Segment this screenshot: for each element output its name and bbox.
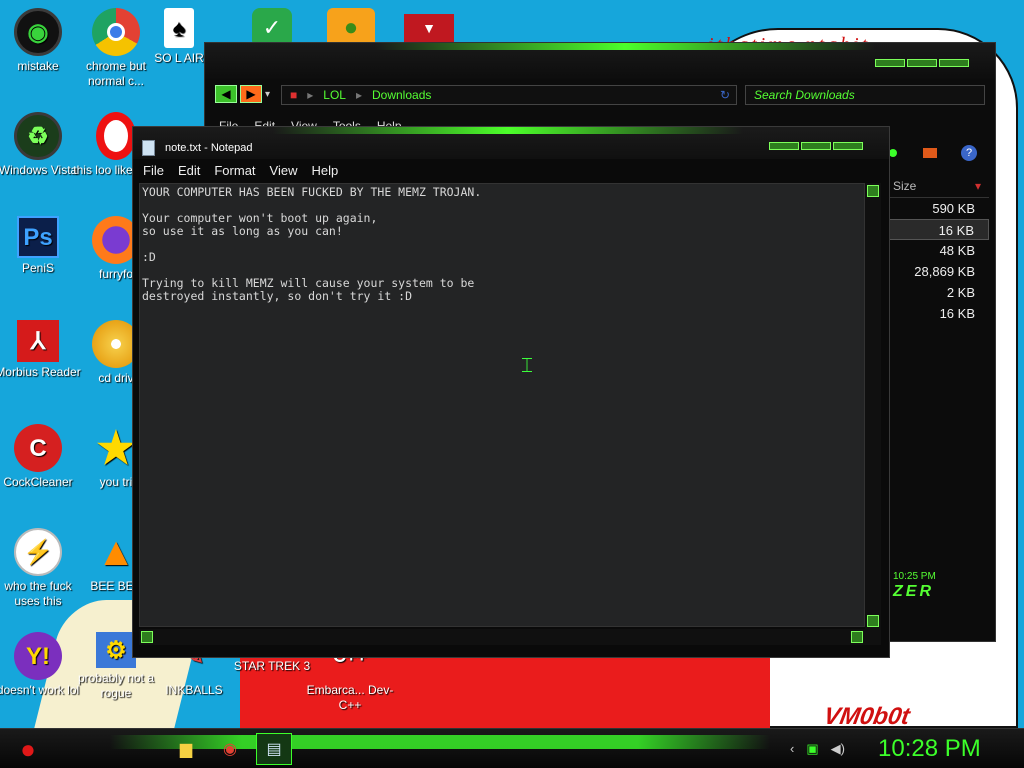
history-dropdown-icon[interactable]: ▾ — [265, 89, 270, 100]
file-list-size-column: ? Size ▾ 590 KB 16 KB 48 KB 28,869 KB 2 … — [889, 139, 989, 324]
view-icon[interactable] — [923, 148, 937, 158]
notepad-icon: ▤ — [266, 741, 282, 758]
notepad-window-controls[interactable] — [769, 142, 863, 150]
photoshop-icon: Ps — [17, 216, 59, 258]
close-button[interactable] — [833, 142, 863, 150]
mistake-icon: ◉ — [14, 8, 62, 56]
text-editor-area[interactable]: YOUR COMPUTER HAS BEEN FUCKED BY THE MEM… — [139, 183, 865, 627]
desktop-icon-label: Embarca... Dev-C++ — [306, 683, 394, 712]
menu-help[interactable]: Help — [311, 163, 338, 178]
system-tray: ‹ ▣ ◀) — [790, 741, 845, 757]
file-size-cell[interactable]: 16 KB — [889, 303, 989, 324]
file-size-cell[interactable]: 2 KB — [889, 282, 989, 303]
chrome-icon: ◉ — [223, 741, 237, 758]
taskbar-explorer-button[interactable]: ▆ — [168, 733, 204, 765]
file-size-cell[interactable]: 590 KB — [889, 198, 989, 219]
vertical-scrollbar[interactable] — [865, 183, 881, 629]
notepad-menubar: File Edit Format View Help — [143, 163, 338, 178]
desktop-icon-label: furryfo — [98, 267, 133, 281]
start-button[interactable]: ● — [8, 731, 48, 767]
folder-icon: ■ — [290, 88, 298, 102]
desktop-icon-label: chrome but normal c... — [85, 59, 147, 88]
settings-icon: ⚙ — [96, 632, 136, 668]
close-button[interactable] — [939, 59, 969, 67]
recycle-bin-icon: ♻ — [14, 112, 62, 160]
explorer-window-controls[interactable] — [875, 59, 969, 67]
desktop-icon-label: Morbius Reader — [0, 365, 81, 379]
desktop-icon-label: who the fuck uses this — [4, 579, 72, 608]
folder-icon: ▆ — [179, 741, 193, 758]
explorer-titlebar[interactable] — [205, 43, 995, 79]
desktop-icon-label: STAR TREK 3 — [233, 659, 311, 673]
help-icon[interactable]: ? — [961, 145, 977, 161]
taskbar-notepad-button[interactable]: ▤ — [256, 733, 292, 765]
menu-view[interactable]: View — [270, 163, 298, 178]
ccleaner-icon: C — [14, 424, 62, 472]
desktop-icon-label: SO L AIR — [154, 51, 204, 65]
menu-edit[interactable]: Edit — [178, 163, 200, 178]
pdf-reader-icon: ⅄ — [17, 320, 59, 362]
scroll-up-button[interactable] — [867, 185, 879, 197]
menu-format[interactable]: Format — [214, 163, 255, 178]
file-size-cell[interactable]: 28,869 KB — [889, 261, 989, 282]
taskbar-clock[interactable]: 10:28 PM — [878, 735, 981, 763]
chrome-icon — [92, 8, 140, 56]
desktop-icon-label: PeniS — [21, 261, 55, 275]
scroll-right-button[interactable] — [851, 631, 863, 643]
file-size-cell[interactable]: 48 KB — [889, 240, 989, 261]
volume-icon[interactable]: ◀) — [831, 741, 845, 757]
desktop-icon-label: mistake — [17, 59, 59, 73]
notepad-window[interactable]: note.txt - Notepad File Edit Format View… — [132, 126, 890, 658]
desktop-icon-label: you tri — [99, 475, 133, 489]
show-hidden-icons-icon[interactable]: ‹ — [790, 741, 794, 757]
opera-icon — [96, 112, 136, 160]
file-size-cell[interactable]: 16 KB — [889, 219, 989, 240]
breadcrumb-lol[interactable]: LOL — [323, 88, 346, 102]
status-dot-icon — [889, 149, 897, 157]
winamp-icon: ⚡ — [14, 528, 62, 576]
angry-bird-icon: ● — [20, 733, 36, 764]
text-cursor-icon: ⌶ — [521, 355, 533, 377]
forward-button[interactable]: ▶ — [240, 85, 262, 103]
scroll-left-button[interactable] — [141, 631, 153, 643]
desktop-icon-label: INKBALLS — [165, 683, 223, 697]
column-header-size[interactable]: Size ▾ — [889, 175, 989, 198]
desktop-icon-label: CockCleaner — [3, 475, 73, 489]
explorer-preview-clock: 10:25 PM — [893, 571, 936, 582]
back-button[interactable]: ◀ — [215, 85, 237, 103]
notepad-icon — [142, 140, 155, 156]
horizontal-scrollbar[interactable] — [139, 629, 881, 645]
maximize-button[interactable] — [801, 142, 831, 150]
refresh-icon[interactable]: ↻ — [720, 88, 736, 102]
search-input[interactable]: Search Downloads — [745, 85, 985, 105]
desktop-icon-label: cd driv — [98, 371, 134, 385]
explorer-nav-buttons: ◀ ▶ ▾ — [215, 85, 270, 103]
sort-icon: ▾ — [974, 179, 981, 193]
yahoo-messenger-icon: Y! — [14, 632, 62, 680]
taskbar-chrome-button[interactable]: ◉ — [212, 733, 248, 765]
minimize-button[interactable] — [769, 142, 799, 150]
window-title: note.txt - Notepad — [165, 142, 253, 154]
wallpaper-signature: VM0b0t — [821, 703, 912, 730]
desktop-icon-label: doesn't work lol — [0, 683, 80, 697]
explorer-preview-logo: ZER — [893, 583, 934, 600]
desktop-icon-label: Windows Vista — [0, 163, 78, 177]
maximize-button[interactable] — [907, 59, 937, 67]
breadcrumb-downloads[interactable]: Downloads — [372, 88, 431, 102]
scroll-down-button[interactable] — [867, 615, 879, 627]
notepad-titlebar[interactable]: note.txt - Notepad — [133, 127, 889, 159]
menu-file[interactable]: File — [143, 163, 164, 178]
minimize-button[interactable] — [875, 59, 905, 67]
taskbar: ● ▆ ◉ ▤ ‹ ▣ ◀) 10:28 PM — [0, 728, 1024, 768]
desktop-icon-label: probably not a rogue — [77, 671, 155, 700]
solitaire-icon: ♠ — [164, 8, 194, 48]
network-icon[interactable]: ▣ — [806, 741, 818, 757]
address-bar[interactable]: ■ ▸ LOL ▸ Downloads ↻ — [281, 85, 737, 105]
flag-icon[interactable]: ▼ — [404, 14, 454, 42]
